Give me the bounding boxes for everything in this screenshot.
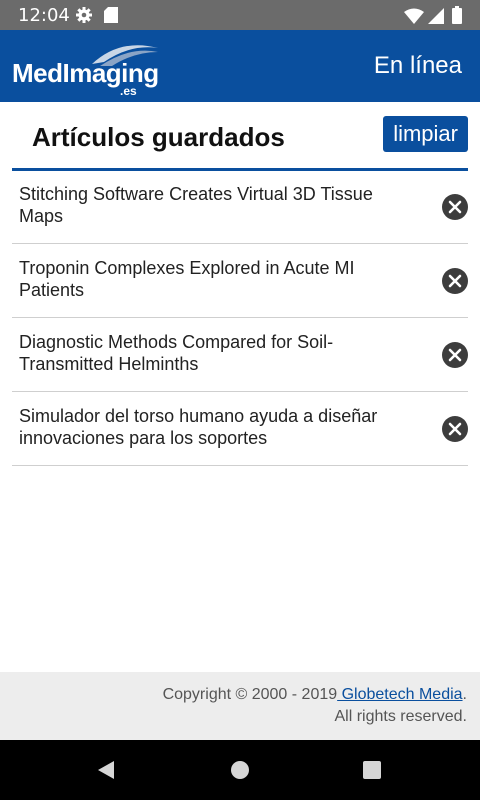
system-nav-bar — [0, 740, 480, 800]
close-icon — [448, 200, 462, 214]
status-bar: 12:04 — [0, 0, 480, 30]
copyright-text: Copyright © 2000 - 2019 — [162, 686, 338, 703]
remove-article-button[interactable] — [442, 194, 468, 220]
connection-status: En línea — [373, 52, 462, 79]
article-title[interactable]: Simulador del torso humano ayuda a diseñ… — [19, 405, 399, 449]
article-title[interactable]: Stitching Software Creates Virtual 3D Ti… — [19, 183, 399, 227]
remove-article-button[interactable] — [442, 416, 468, 442]
footer: Copyright © 2000 - 2019 Globetech Media.… — [0, 672, 480, 740]
medimaging-logo[interactable]: MedImaging .es — [12, 42, 162, 98]
close-icon — [448, 422, 462, 436]
logo-tld: .es — [120, 84, 137, 98]
battery-icon — [452, 6, 462, 24]
recents-icon[interactable] — [362, 760, 382, 780]
sd-card-icon — [104, 7, 118, 23]
close-icon — [448, 348, 462, 362]
article-title[interactable]: Diagnostic Methods Compared for Soil-Tra… — [19, 331, 399, 375]
list-item[interactable]: Diagnostic Methods Compared for Soil-Tra… — [12, 318, 468, 392]
settings-gear-icon — [76, 7, 92, 23]
back-icon[interactable] — [96, 760, 116, 780]
remove-article-button[interactable] — [442, 268, 468, 294]
home-icon[interactable] — [230, 760, 250, 780]
cell-signal-icon — [428, 8, 444, 24]
list-item[interactable]: Simulador del torso humano ayuda a diseñ… — [12, 392, 468, 466]
app-bar: MedImaging .es En línea — [0, 30, 480, 102]
rights-text: All rights reserved. — [334, 708, 468, 725]
saved-articles-header: Artículos guardados limpiar — [12, 112, 468, 171]
page-title: Artículos guardados — [32, 122, 285, 152]
company-link[interactable]: Globetech Media — [337, 686, 463, 703]
wifi-icon — [404, 8, 424, 24]
copyright-line: Copyright © 2000 - 2019 Globetech Media. — [163, 686, 467, 704]
status-time: 12:04 — [18, 5, 70, 26]
saved-articles-list: Stitching Software Creates Virtual 3D Ti… — [12, 170, 468, 466]
article-title[interactable]: Troponin Complexes Explored in Acute MI … — [19, 257, 399, 301]
clear-button[interactable]: limpiar — [383, 116, 468, 152]
close-icon — [448, 274, 462, 288]
list-item[interactable]: Troponin Complexes Explored in Acute MI … — [12, 244, 468, 318]
remove-article-button[interactable] — [442, 342, 468, 368]
copyright-period: . — [462, 686, 467, 703]
list-item[interactable]: Stitching Software Creates Virtual 3D Ti… — [12, 170, 468, 244]
